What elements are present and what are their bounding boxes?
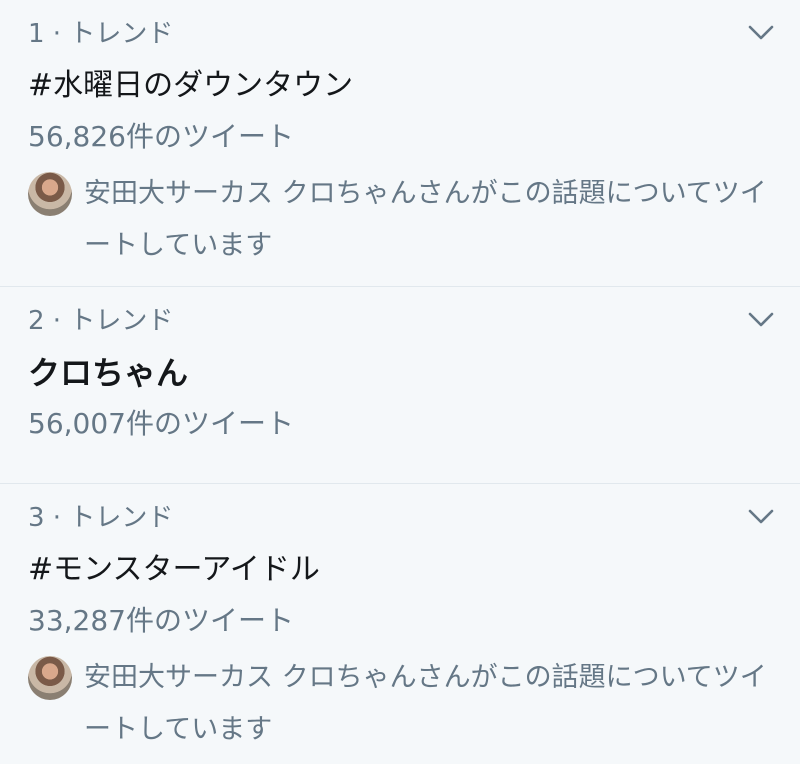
trend-title[interactable]: #水曜日のダウンタウン xyxy=(28,64,353,108)
context-text: 安田大サーカス クロちゃんさんがこの話題についてツイートしています xyxy=(84,178,767,261)
trend-meta: 1 · トレンド xyxy=(28,19,174,49)
chevron-down-icon[interactable] xyxy=(746,307,776,331)
avatar[interactable] xyxy=(28,172,72,216)
trend-meta: 3 · トレンド xyxy=(28,503,174,533)
trend-title[interactable]: クロちゃん xyxy=(28,351,188,395)
trend-meta: 2 · トレンド xyxy=(28,306,174,336)
avatar[interactable] xyxy=(28,656,72,700)
trends-list: 1 · トレンド #水曜日のダウンタウン 56,826件のツイート 安田大サーカ… xyxy=(0,0,800,764)
tweet-count: 33,287件のツイート xyxy=(28,604,294,637)
trend-item[interactable]: 1 · トレンド #水曜日のダウンタウン 56,826件のツイート 安田大サーカ… xyxy=(0,0,800,286)
chevron-down-icon[interactable] xyxy=(746,504,776,528)
chevron-down-icon[interactable] xyxy=(746,20,776,44)
context-text: 安田大サーカス クロちゃんさんがこの話題についてツイートしています xyxy=(84,662,767,745)
tweet-count: 56,007件のツイート xyxy=(28,407,294,440)
trend-item[interactable]: 3 · トレンド #モンスターアイドル 33,287件のツイート 安田大サーカス… xyxy=(0,484,800,764)
tweet-count: 56,826件のツイート xyxy=(28,120,294,153)
trend-title[interactable]: #モンスターアイドル xyxy=(28,548,320,592)
trend-item[interactable]: 2 · トレンド クロちゃん 56,007件のツイート xyxy=(0,287,800,483)
